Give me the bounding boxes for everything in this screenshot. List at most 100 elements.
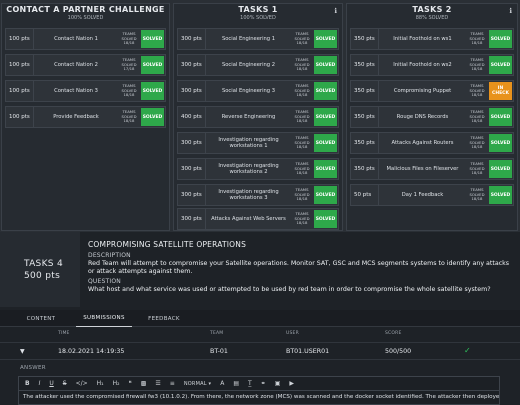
info-icon[interactable]: ℹ xyxy=(509,7,512,15)
teams-solved: TEAMS SOLVED 18/18 xyxy=(469,83,485,98)
bold-button[interactable]: B xyxy=(25,380,30,387)
challenge-row[interactable]: 300 pts Investigation regarding workstat… xyxy=(177,132,339,154)
challenge-name: Social Engineering 2 xyxy=(221,61,276,68)
challenge-name: Contact Nation 3 xyxy=(54,87,98,94)
status-badge-in-check: IN CHECK xyxy=(489,82,512,100)
challenge-name: Attacks Against Routers xyxy=(391,139,454,146)
challenge-row[interactable]: 300 pts Investigation regarding workstat… xyxy=(177,184,339,206)
col-score: SCORE xyxy=(385,331,402,336)
text-color-icon[interactable]: A xyxy=(220,380,224,387)
submission-row[interactable]: ▼ 18.02.2021 14:19:35 BT-01 BT01.USER01 … xyxy=(0,342,520,360)
category-title: CONTACT A PARTNER CHALLENGE xyxy=(6,5,165,14)
challenge-points: 300 pts xyxy=(178,209,206,229)
challenge-points: 100 pts xyxy=(6,55,34,75)
challenge-row[interactable]: 100 pts Contact Nation 2 TEAMS SOLVED 17/1… xyxy=(5,54,166,76)
submission-score: 500/500 xyxy=(385,348,412,355)
info-icon[interactable]: ℹ xyxy=(334,7,337,15)
answer-editor[interactable]: The attacker used the compromised firewa… xyxy=(18,391,500,405)
challenge-name: Contact Nation 1 xyxy=(54,35,98,42)
teams-solved: TEAMS SOLVED 18/18 xyxy=(294,57,310,72)
teams-solved: TEAMS SOLVED 18/18 xyxy=(469,109,485,124)
challenge-row[interactable]: 300 pts Investigation regarding workstat… xyxy=(177,158,339,180)
challenge-name: Provide Feedback xyxy=(53,113,99,120)
task-detail-panel: TASKS 4 500 pts COMPROMISING SATELLITE O… xyxy=(0,232,520,405)
challenge-points: 350 pts xyxy=(351,29,379,49)
description-text: Red Team will attempt to compromise your… xyxy=(88,260,510,267)
strikethrough-button[interactable]: S xyxy=(63,380,67,387)
tab-content[interactable]: CONTENT xyxy=(20,310,62,327)
format-select[interactable]: NORMAL ▾ xyxy=(184,381,211,387)
challenge-name: Day 1 Feedback xyxy=(401,191,444,198)
description-label: DESCRIPTION xyxy=(88,252,131,259)
italic-button[interactable]: I xyxy=(39,380,41,387)
challenge-row[interactable]: 100 pts Contact Nation 1 TEAMS SOLVED 18/1… xyxy=(5,28,166,50)
bullet-list-icon[interactable]: ≡ xyxy=(170,380,175,387)
category-header: CONTACT A PARTNER CHALLENGE 100% SOLVED xyxy=(2,4,169,24)
challenge-name: Investigation regarding workstations 2 xyxy=(218,162,279,176)
challenge-name: Initial Foothold on ws2 xyxy=(393,61,452,68)
status-badge: SOLVED xyxy=(314,160,337,178)
challenge-points: 350 pts xyxy=(351,133,379,153)
challenge-row[interactable]: 300 pts Social Engineering 3 TEAMS SOLVED… xyxy=(177,80,339,102)
challenge-row[interactable]: 350 pts Initial Foothold on ws1 TEAMS SOL… xyxy=(350,28,514,50)
challenge-points: 300 pts xyxy=(178,159,206,179)
challenge-row[interactable]: 350 pts Attacks Against Routers TEAMS SOL… xyxy=(350,132,514,154)
task-summary: TASKS 4 500 pts xyxy=(0,232,80,307)
tab-submissions[interactable]: SUBMISSIONS xyxy=(76,310,132,327)
clear-format-icon[interactable]: T̲ xyxy=(248,380,252,387)
challenge-row[interactable]: 350 pts Compromising Puppet TEAMS SOLVED 1… xyxy=(350,80,514,102)
challenge-row[interactable]: 400 pts Reverse Engineering TEAMS SOLVED 1… xyxy=(177,106,339,128)
teams-solved: TEAMS SOLVED 18/18 xyxy=(121,83,137,98)
challenge-row[interactable]: 100 pts Contact Nation 3 TEAMS SOLVED 18/1… xyxy=(5,80,166,102)
challenge-name: Rouge DNS Records xyxy=(396,113,449,120)
challenge-row[interactable]: 50 pts Day 1 Feedback TEAMS SOLVED 18/18 S… xyxy=(350,184,514,206)
code-block-icon[interactable]: ▩ xyxy=(141,380,147,387)
teams-solved: TEAMS SOLVED 18/18 xyxy=(469,187,485,202)
challenge-row[interactable]: 300 pts Attacks Against Web Servers TEAM… xyxy=(177,208,339,230)
challenge-name: Malicious Files on Fileserver xyxy=(386,165,459,172)
challenge-row[interactable]: 300 pts Social Engineering 2 TEAMS SOLVED… xyxy=(177,54,339,76)
heading-1-button[interactable]: H₁ xyxy=(97,380,104,387)
status-badge: SOLVED xyxy=(314,108,337,126)
submissions-header: TIME TEAM USER SCORE xyxy=(0,331,520,341)
tab-feedback[interactable]: FEEDBACK xyxy=(142,310,186,327)
category-progress: 88% SOLVED xyxy=(415,15,449,21)
status-badge: SOLVED xyxy=(489,108,512,126)
status-badge: SOLVED xyxy=(141,30,164,48)
image-icon[interactable]: ▣ xyxy=(275,380,281,387)
challenge-row[interactable]: 300 pts Social Engineering 1 TEAMS SOLVED… xyxy=(177,28,339,50)
teams-solved: TEAMS SOLVED 18/18 xyxy=(294,211,310,226)
category-tasks-2: TASKS 2 88% SOLVED ℹ 350 pts Initial Foo… xyxy=(346,3,518,231)
challenge-points: 300 pts xyxy=(178,55,206,75)
code-button[interactable]: </> xyxy=(76,380,88,387)
ordered-list-icon[interactable]: ☰ xyxy=(155,380,160,387)
challenge-row[interactable]: 100 pts Provide Feedback TEAMS SOLVED 18/1… xyxy=(5,106,166,128)
heading-2-button[interactable]: H₂ xyxy=(113,380,120,387)
challenge-row[interactable]: 350 pts Malicious Files on Fileserver TE… xyxy=(350,158,514,180)
video-icon[interactable]: ▶ xyxy=(289,380,294,387)
challenge-name: Contact Nation 2 xyxy=(54,61,98,68)
challenge-points: 100 pts xyxy=(6,81,34,101)
status-badge: SOLVED xyxy=(314,186,337,204)
question-text: What host and what service was used or a… xyxy=(88,286,491,293)
underline-button[interactable]: U xyxy=(49,380,53,387)
challenge-row[interactable]: 350 pts Initial Foothold on ws2 TEAMS SOL… xyxy=(350,54,514,76)
status-badge: SOLVED xyxy=(314,56,337,74)
align-icon[interactable]: ▤ xyxy=(233,380,239,387)
teams-solved: TEAMS SOLVED 18/18 xyxy=(469,161,485,176)
col-user: USER xyxy=(286,331,299,336)
status-badge: SOLVED xyxy=(314,134,337,152)
col-time: TIME xyxy=(58,331,70,336)
challenge-points: 350 pts xyxy=(351,55,379,75)
category-contact-partner: CONTACT A PARTNER CHALLENGE 100% SOLVED … xyxy=(1,3,170,231)
challenge-row[interactable]: 350 pts Rouge DNS Records TEAMS SOLVED 18/… xyxy=(350,106,514,128)
answer-label: ANSWER xyxy=(20,365,46,371)
teams-solved: TEAMS SOLVED 18/18 xyxy=(469,57,485,72)
category-tasks-1: TASKS 1 100% SOLVED ℹ 300 pts Social Eng… xyxy=(173,3,343,231)
expand-caret-icon[interactable]: ▼ xyxy=(20,348,25,355)
quote-icon[interactable]: ❝ xyxy=(129,380,132,387)
teams-solved: TEAMS SOLVED 18/18 xyxy=(121,109,137,124)
status-badge: SOLVED xyxy=(489,56,512,74)
link-icon[interactable]: ⚭ xyxy=(261,380,266,387)
task-points: 500 pts xyxy=(24,270,61,281)
